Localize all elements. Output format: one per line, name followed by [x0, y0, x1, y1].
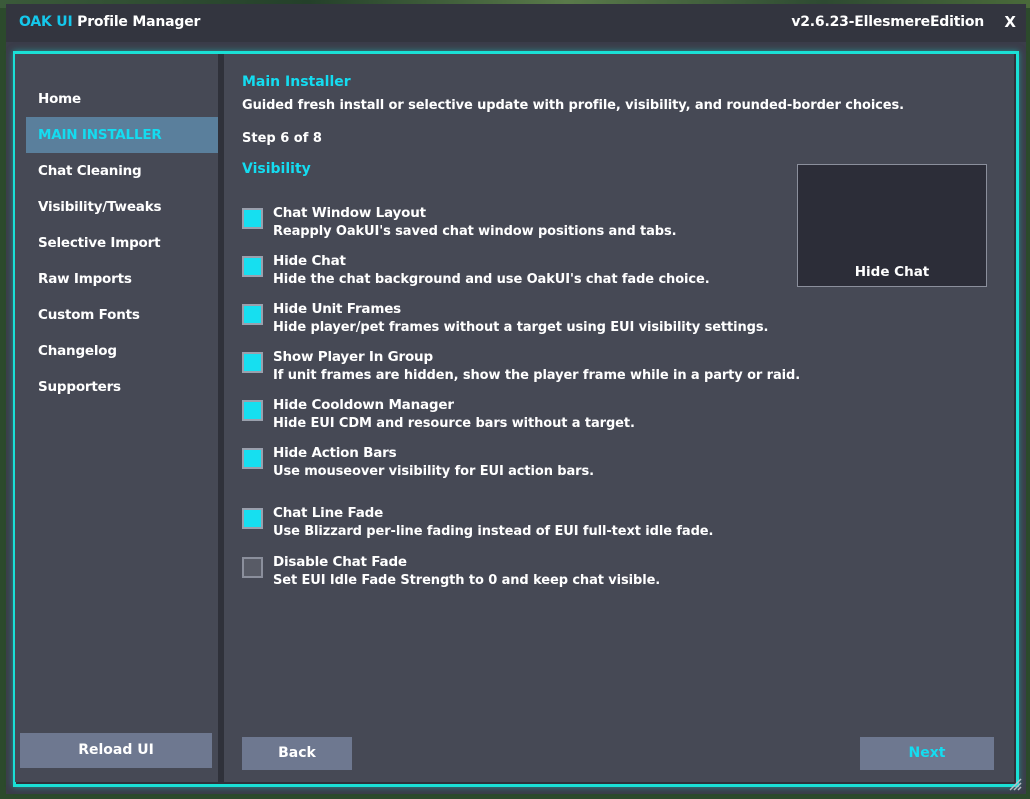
checkbox-icon[interactable]	[242, 352, 263, 373]
checkbox-icon[interactable]	[242, 508, 263, 529]
option-label: Show Player In Group	[273, 349, 433, 365]
sidebar-item-raw-imports[interactable]: Raw Imports	[26, 261, 218, 297]
section-heading: Visibility	[242, 161, 311, 177]
option-description: Reapply OakUI's saved chat window positi…	[273, 224, 677, 239]
preview-panel: Hide Chat	[797, 164, 987, 287]
sidebar-item-home[interactable]: Home	[26, 81, 218, 117]
checkbox-icon[interactable]	[242, 557, 263, 578]
close-icon[interactable]: X	[1004, 13, 1016, 31]
title-bar[interactable]: OAK UI Profile Manager v2.6.23-Ellesmere…	[6, 4, 1026, 42]
title-rest: Profile Manager	[72, 14, 201, 30]
option-chat-window-layout: Chat Window Layout Reapply OakUI's saved…	[242, 205, 802, 247]
option-disable-chat-fade: Disable Chat Fade Set EUI Idle Fade Stre…	[242, 554, 802, 596]
back-button[interactable]: Back	[242, 737, 352, 770]
option-label: Hide Cooldown Manager	[273, 397, 454, 413]
title-accent: OAK UI	[19, 14, 73, 30]
page-title: Main Installer	[242, 74, 351, 90]
option-hide-action-bars: Hide Action Bars Use mouseover visibilit…	[242, 445, 802, 487]
checkbox-icon[interactable]	[242, 208, 263, 229]
sidebar-item-main-installer[interactable]: MAIN INSTALLER	[26, 117, 218, 153]
option-label: Hide Unit Frames	[273, 301, 401, 317]
option-description: Hide the chat background and use OakUI's…	[273, 272, 710, 287]
sidebar-item-custom-fonts[interactable]: Custom Fonts	[26, 297, 218, 333]
option-hide-chat: Hide Chat Hide the chat background and u…	[242, 253, 802, 295]
checkbox-icon[interactable]	[242, 400, 263, 421]
page-description: Guided fresh install or selective update…	[242, 98, 904, 113]
profile-manager-window: OAK UI Profile Manager v2.6.23-Ellesmere…	[6, 4, 1026, 794]
option-show-player-in-group: Show Player In Group If unit frames are …	[242, 349, 802, 391]
sidebar-item-selective-import[interactable]: Selective Import	[26, 225, 218, 261]
option-description: Use Blizzard per-line fading instead of …	[273, 524, 714, 539]
preview-label: Hide Chat	[854, 264, 930, 280]
sidebar-item-supporters[interactable]: Supporters	[26, 369, 218, 405]
option-label: Disable Chat Fade	[273, 554, 407, 570]
checkbox-icon[interactable]	[242, 256, 263, 277]
checkbox-icon[interactable]	[242, 304, 263, 325]
sidebar-item-chat-cleaning[interactable]: Chat Cleaning	[26, 153, 218, 189]
option-label: Hide Chat	[273, 253, 346, 269]
main-panel: Main Installer Guided fresh install or s…	[224, 54, 1014, 782]
option-description: Hide EUI CDM and resource bars without a…	[273, 416, 635, 431]
next-button[interactable]: Next	[860, 737, 994, 770]
option-hide-cooldown-manager: Hide Cooldown Manager Hide EUI CDM and r…	[242, 397, 802, 439]
reload-ui-button[interactable]: Reload UI	[20, 733, 212, 768]
option-label: Chat Window Layout	[273, 205, 426, 221]
option-description: Use mouseover visibility for EUI action …	[273, 464, 594, 479]
version-label: v2.6.23-EllesmereEdition	[791, 14, 984, 30]
option-hide-unit-frames: Hide Unit Frames Hide player/pet frames …	[242, 301, 802, 343]
window-title: OAK UI Profile Manager	[19, 14, 200, 30]
sidebar: Home MAIN INSTALLER Chat Cleaning Visibi…	[15, 54, 218, 782]
option-description: Hide player/pet frames without a target …	[273, 320, 769, 335]
step-indicator: Step 6 of 8	[242, 131, 322, 146]
sidebar-item-visibility-tweaks[interactable]: Visibility/Tweaks	[26, 189, 218, 225]
option-label: Chat Line Fade	[273, 505, 384, 521]
option-description: Set EUI Idle Fade Strength to 0 and keep…	[273, 573, 661, 588]
checkbox-icon[interactable]	[242, 448, 263, 469]
resize-grip-icon[interactable]	[1008, 777, 1022, 791]
option-label: Hide Action Bars	[273, 445, 397, 461]
sidebar-item-changelog[interactable]: Changelog	[26, 333, 218, 369]
option-description: If unit frames are hidden, show the play…	[273, 368, 801, 383]
option-chat-line-fade: Chat Line Fade Use Blizzard per-line fad…	[242, 505, 802, 547]
